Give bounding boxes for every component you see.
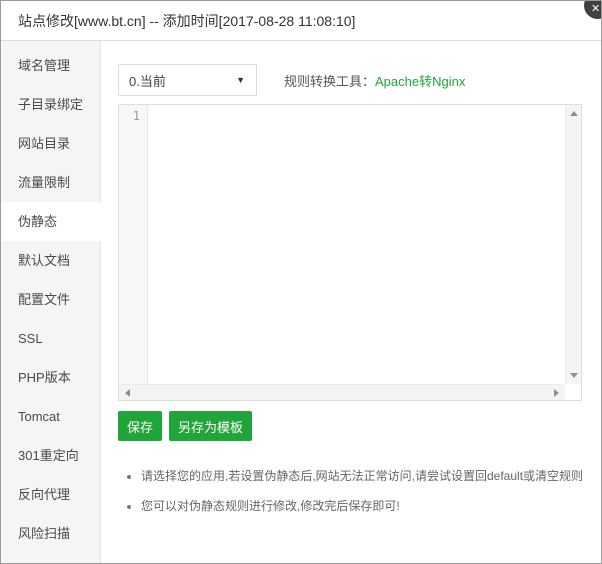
chevron-down-icon: ▼	[236, 75, 245, 85]
rewrite-rule-editor[interactable]: 1	[118, 104, 582, 401]
editor-line-gutter: 1	[119, 105, 148, 384]
sidebar-item-default-document[interactable]: 默认文档	[1, 241, 101, 280]
scroll-up-icon[interactable]	[569, 111, 578, 116]
rewrite-panel: 0.当前 ▼ 规则转换工具：Apache转Nginx 1 保存 另存为模板 • …	[101, 41, 601, 563]
editor-vertical-scrollbar[interactable]	[565, 105, 581, 384]
rewrite-toolbar: 0.当前 ▼ 规则转换工具：Apache转Nginx	[118, 64, 582, 96]
sidebar-item-php-version[interactable]: PHP版本	[1, 358, 101, 397]
sidebar-item-site-directory[interactable]: 网站目录	[1, 124, 101, 163]
editor-horizontal-scrollbar[interactable]	[119, 384, 565, 400]
scroll-down-icon[interactable]	[569, 373, 578, 378]
scroll-right-icon[interactable]	[554, 388, 559, 397]
sidebar-item-domain-management[interactable]: 域名管理	[1, 46, 101, 85]
sidebar-item-tomcat[interactable]: Tomcat	[1, 397, 101, 436]
editor-text-area[interactable]	[149, 105, 565, 384]
action-buttons: 保存 另存为模板	[118, 411, 582, 441]
dialog-body: 域名管理 子目录绑定 网站目录 流量限制 伪静态 默认文档 配置文件 SSL P…	[1, 41, 601, 563]
dialog-title: 站点修改[www.bt.cn] -- 添加时间[2017-08-28 11:08…	[18, 12, 356, 29]
help-tip-2: 您可以对伪静态规则进行修改,修改完后保存即可!	[141, 499, 582, 514]
converter-tool: 规则转换工具：Apache转Nginx	[284, 71, 465, 90]
sidebar-item-traffic-limit[interactable]: 流量限制	[1, 163, 101, 202]
converter-label: 规则转换工具：	[284, 73, 376, 89]
apache-to-nginx-link[interactable]: Apache转Nginx	[375, 74, 465, 89]
save-as-template-button[interactable]: 另存为模板	[169, 411, 253, 441]
help-tips: 请选择您的应用,若设置伪静态后,网站无法正常访问,请尝试设置回default或清…	[118, 469, 583, 514]
sidebar-item-301-redirect[interactable]: 301重定向	[1, 436, 101, 475]
sidebar-item-subdirectory-binding[interactable]: 子目录绑定	[1, 85, 101, 124]
site-modify-dialog: 站点修改[www.bt.cn] -- 添加时间[2017-08-28 11:08…	[0, 0, 602, 564]
scroll-left-icon[interactable]	[125, 388, 130, 397]
line-number: 1	[132, 109, 140, 123]
sidebar-item-ssl[interactable]: SSL	[1, 319, 101, 358]
help-tip-1: 请选择您的应用,若设置伪静态后,网站无法正常访问,请尝试设置回default或清…	[141, 469, 583, 484]
scrollbar-corner	[565, 384, 581, 400]
rewrite-rule-select-value: 0.当前	[129, 73, 166, 89]
sidebar: 域名管理 子目录绑定 网站目录 流量限制 伪静态 默认文档 配置文件 SSL P…	[1, 41, 101, 563]
sidebar-item-reverse-proxy[interactable]: 反向代理	[1, 475, 101, 514]
sidebar-item-risk-scan[interactable]: 风险扫描	[1, 514, 101, 553]
sidebar-item-rewrite[interactable]: 伪静态	[1, 202, 101, 241]
save-button[interactable]: 保存	[118, 411, 163, 441]
sidebar-item-config-file[interactable]: 配置文件	[1, 280, 101, 319]
dialog-titlebar: 站点修改[www.bt.cn] -- 添加时间[2017-08-28 11:08…	[1, 1, 601, 41]
rewrite-rule-select[interactable]: 0.当前 ▼	[118, 64, 257, 96]
